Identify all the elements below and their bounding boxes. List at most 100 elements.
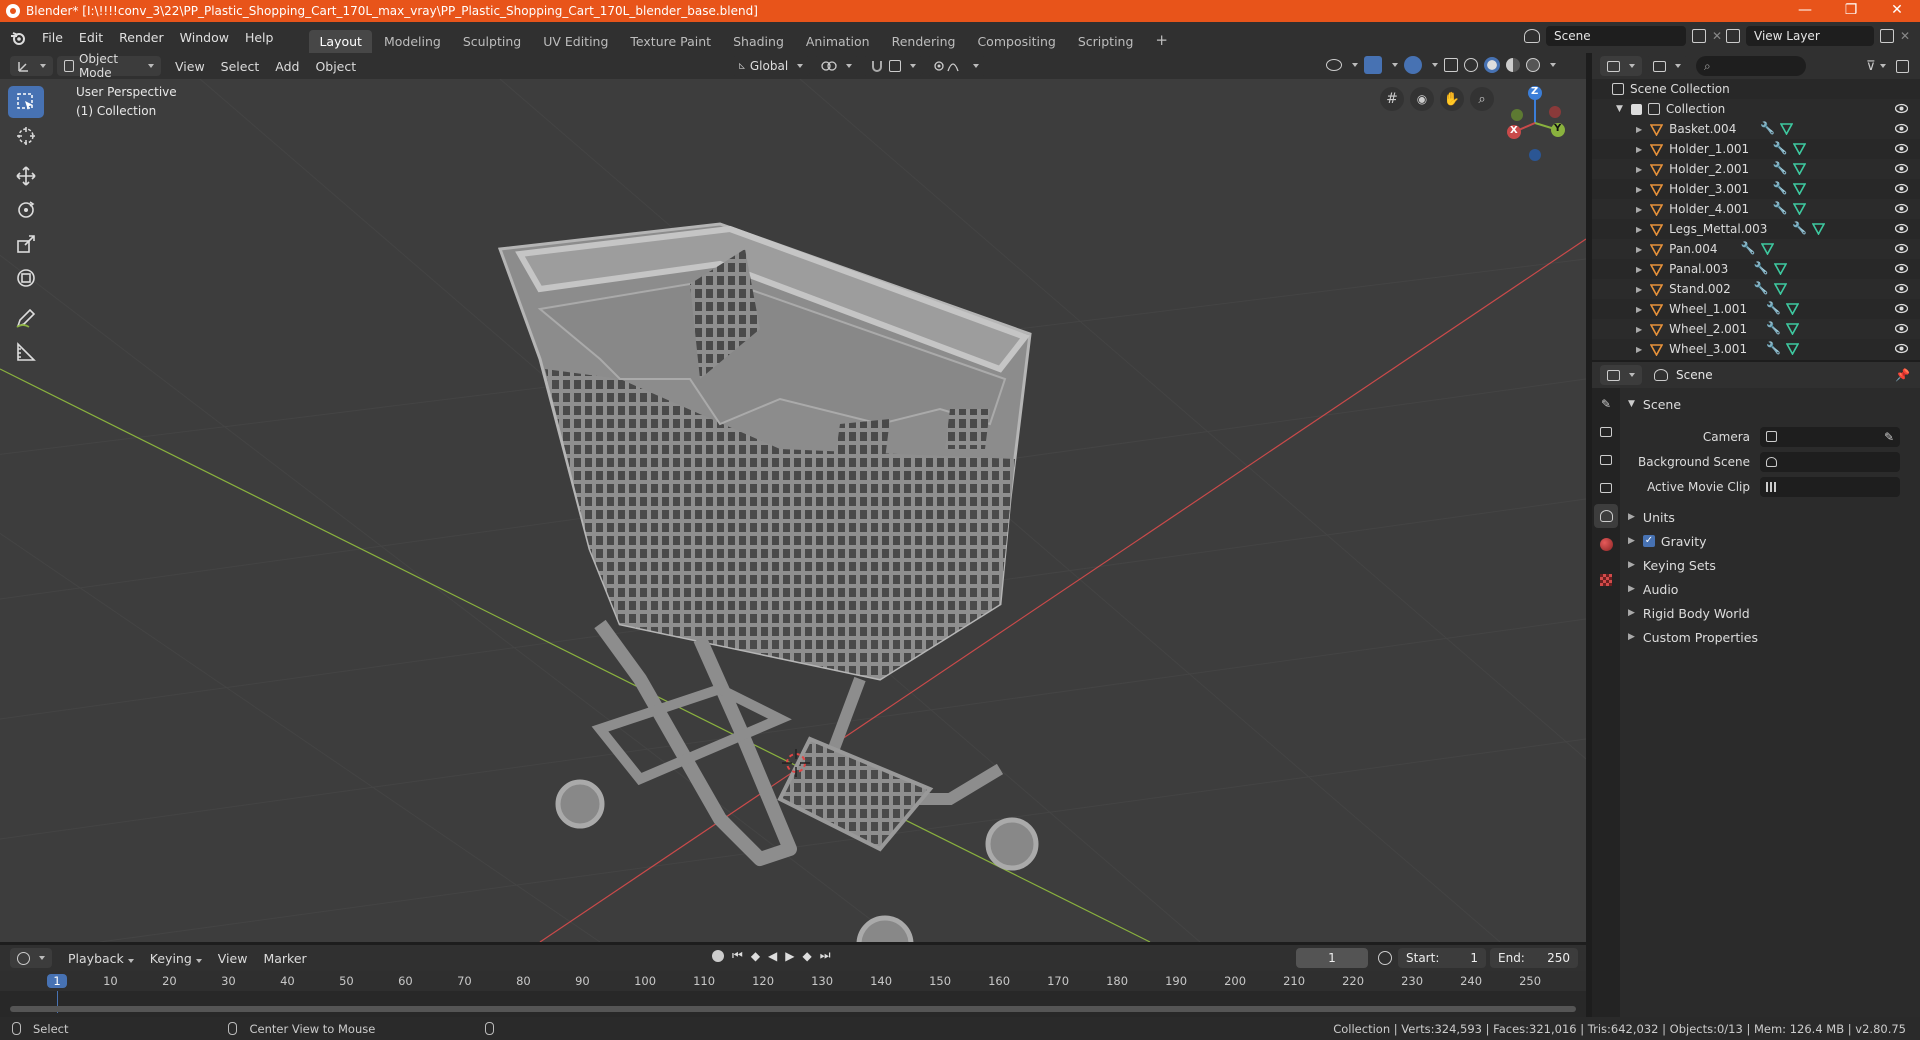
mesh-data-icon[interactable] <box>1773 262 1787 275</box>
end-frame-field[interactable]: End: 250 <box>1490 948 1578 968</box>
mesh-data-icon[interactable] <box>1780 122 1793 135</box>
collapse-arrow-icon[interactable]: ▼ <box>1616 104 1623 114</box>
cart-wheel[interactable] <box>555 779 605 829</box>
current-frame-field[interactable]: 1 <box>1296 948 1368 968</box>
navigation-gizmo[interactable]: Z Y X <box>1500 85 1570 165</box>
tab-shading[interactable]: Shading <box>723 30 794 53</box>
viewport-scene[interactable] <box>0 79 1586 942</box>
rendered-shading-icon[interactable] <box>1526 58 1540 72</box>
modifier-wrench-icon[interactable]: 🔧 <box>1792 221 1807 235</box>
view-layer-properties-tab[interactable] <box>1594 476 1618 500</box>
scene-panel-header[interactable]: ▼ Scene <box>1620 392 1920 416</box>
close-button[interactable]: ✕ <box>1874 0 1920 22</box>
eye-icon[interactable] <box>1895 143 1908 154</box>
measure-tool[interactable] <box>8 336 44 368</box>
proportional-editing-toggle[interactable] <box>927 56 987 76</box>
mesh-data-icon[interactable] <box>1773 282 1787 295</box>
render-properties-tab[interactable] <box>1594 420 1618 444</box>
current-frame-marker[interactable]: 1 <box>47 974 67 988</box>
grid-view-icon[interactable]: # <box>1380 87 1404 111</box>
eye-icon[interactable] <box>1895 223 1908 234</box>
custom-properties-panel[interactable]: ▶ Custom Properties <box>1620 625 1920 649</box>
xray-toggle-icon[interactable] <box>1444 58 1458 72</box>
eye-icon[interactable] <box>1895 163 1908 174</box>
mesh-data-icon[interactable] <box>1792 202 1806 215</box>
timeline-ruler[interactable]: 1 10 20 30 40 50 60 70 80 90 100 110 120 130 140 150 160… <box>0 971 1586 991</box>
eye-icon[interactable] <box>1895 283 1908 294</box>
scale-tool[interactable] <box>8 228 44 260</box>
jump-end-icon[interactable]: ⏭ <box>820 948 831 963</box>
properties-editor-type-button[interactable] <box>1600 365 1642 385</box>
modifier-wrench-icon[interactable]: 🔧 <box>1773 141 1788 155</box>
outliner-object-item[interactable]: ▶ Legs_Mettal.003 🔧 <box>1592 219 1920 239</box>
view-layer-selector[interactable]: View Layer ✕ <box>1726 26 1910 46</box>
scene-selector[interactable]: Scene ✕ <box>1524 26 1722 46</box>
new-scene-icon[interactable] <box>1692 29 1706 43</box>
mesh-data-icon[interactable] <box>1812 222 1825 235</box>
transform-tool[interactable] <box>8 262 44 294</box>
gizmo-toggle-icon[interactable] <box>1364 56 1382 74</box>
modifier-wrench-icon[interactable]: 🔧 <box>1766 321 1781 335</box>
collection-checkbox[interactable] <box>1630 103 1642 115</box>
preview-range-icon[interactable] <box>1378 951 1392 965</box>
start-frame-field[interactable]: Start: 1 <box>1398 948 1486 968</box>
expand-arrow-icon[interactable]: ▶ <box>1636 225 1642 234</box>
background-scene-field[interactable] <box>1760 451 1900 472</box>
tab-compositing[interactable]: Compositing <box>967 30 1065 53</box>
outliner-object-item[interactable]: ▶ Wheel_2.001 🔧 <box>1592 319 1920 339</box>
expand-arrow-icon[interactable]: ▶ <box>1636 245 1642 254</box>
outliner-object-item[interactable]: ▶ Pan.004 🔧 <box>1592 239 1920 259</box>
annotate-tool[interactable] <box>8 302 44 334</box>
units-expand-arrow-icon[interactable]: ▶ <box>1628 512 1635 522</box>
modifier-wrench-icon[interactable]: 🔧 <box>1773 181 1788 195</box>
output-properties-tab[interactable] <box>1594 448 1618 472</box>
scene-name-field[interactable]: Scene <box>1546 26 1686 46</box>
timeline[interactable]: 1 10 20 30 40 50 60 70 80 90 100 110 120 130 140 150 160… <box>0 971 1586 1017</box>
expand-arrow-icon[interactable]: ▶ <box>1636 305 1642 314</box>
eye-icon[interactable] <box>1895 323 1908 334</box>
modifier-wrench-icon[interactable]: 🔧 <box>1773 161 1788 175</box>
minimize-button[interactable]: — <box>1782 0 1828 22</box>
outliner-object-item[interactable]: ▶ Holder_2.001 🔧 <box>1592 159 1920 179</box>
tab-uv-editing[interactable]: UV Editing <box>533 30 618 53</box>
select-box-tool[interactable] <box>8 86 44 118</box>
audio-panel[interactable]: ▶ Audio <box>1620 577 1920 601</box>
outliner-object-item[interactable]: ▶ Holder_4.001 🔧 <box>1592 199 1920 219</box>
expand-arrow-icon[interactable]: ▶ <box>1636 265 1642 274</box>
view-layer-name-field[interactable]: View Layer <box>1746 26 1874 46</box>
tab-modeling[interactable]: Modeling <box>374 30 451 53</box>
rotate-tool[interactable] <box>8 194 44 226</box>
add-workspace-button[interactable]: + <box>1145 27 1178 53</box>
outliner-object-item[interactable]: ▶ Holder_3.001 🔧 <box>1592 179 1920 199</box>
zoom-icon[interactable]: ⌕ <box>1470 87 1494 111</box>
outliner-object-item[interactable]: ▶ Panal.003 🔧 <box>1592 259 1920 279</box>
modifier-wrench-icon[interactable]: 🔧 <box>1741 241 1756 255</box>
menu-edit[interactable]: Edit <box>71 30 111 45</box>
eye-icon[interactable] <box>1895 343 1908 354</box>
viewport-menu-select[interactable]: Select <box>213 59 268 74</box>
snap-toggle[interactable] <box>863 56 924 76</box>
outliner-search-input[interactable]: ⌕ <box>1696 56 1806 76</box>
play-icon[interactable]: ▶ <box>785 949 794 963</box>
prev-keyframe-icon[interactable]: ◆ <box>751 949 760 963</box>
expand-arrow-icon[interactable]: ▶ <box>1636 125 1642 134</box>
timeline-menu-playback[interactable]: Playback <box>60 951 142 966</box>
mesh-data-icon[interactable] <box>1786 322 1800 335</box>
new-collection-icon[interactable] <box>1895 59 1909 73</box>
expand-arrow-icon[interactable]: ▶ <box>1636 185 1642 194</box>
menu-help[interactable]: Help <box>237 30 282 45</box>
mesh-data-icon[interactable] <box>1792 162 1806 175</box>
filter-icon[interactable]: ⊽ <box>1866 59 1876 74</box>
modifier-wrench-icon[interactable]: 🔧 <box>1760 121 1775 135</box>
panel-collapse-arrow-icon[interactable]: ▼ <box>1628 399 1635 409</box>
outliner-object-item[interactable]: ▶ Wheel_1.001 🔧 <box>1592 299 1920 319</box>
custom-properties-expand-arrow-icon[interactable]: ▶ <box>1628 632 1635 642</box>
tab-animation[interactable]: Animation <box>796 30 880 53</box>
eye-icon[interactable] <box>1895 263 1908 274</box>
modifier-wrench-icon[interactable]: 🔧 <box>1754 261 1769 275</box>
play-reverse-icon[interactable]: ◀ <box>768 949 777 963</box>
texture-properties-tab[interactable] <box>1594 568 1618 592</box>
tab-texture-paint[interactable]: Texture Paint <box>620 30 721 53</box>
camera-field[interactable]: ✎ <box>1760 426 1900 447</box>
outliner-object-item[interactable]: ▶ Wheel_3.001 🔧 <box>1592 339 1920 359</box>
